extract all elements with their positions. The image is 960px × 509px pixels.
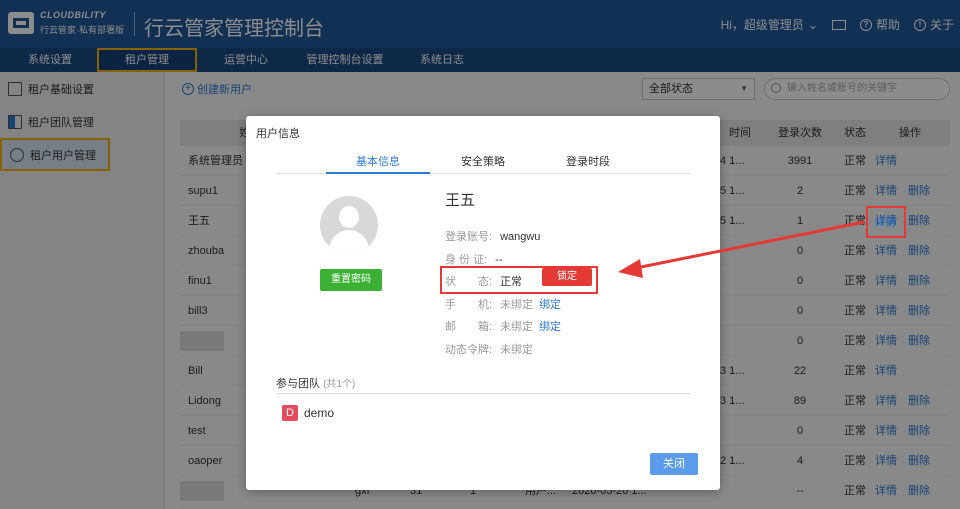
token-value: 未绑定 <box>500 344 534 356</box>
id-card-label: 身 份 证: <box>445 254 488 266</box>
token-label: 动态令牌: <box>445 344 493 356</box>
email-value: 未绑定 <box>500 321 534 333</box>
avatar <box>320 196 378 254</box>
account-label: 登录账号: <box>445 231 493 243</box>
status-label: 状 态: <box>445 276 493 288</box>
avatar-head-shape <box>339 206 359 228</box>
team-divider <box>276 393 690 394</box>
status-value: 正常 <box>500 276 523 288</box>
close-button[interactable]: 关闭 <box>650 453 698 475</box>
tab-security-policy[interactable]: 安全策略 <box>461 153 505 169</box>
active-tab-indicator <box>326 172 430 174</box>
tab-basic-info[interactable]: 基本信息 <box>356 153 400 169</box>
modal-title: 用户信息 <box>256 128 300 140</box>
id-card-field: 身 份 证: -- <box>445 251 503 267</box>
user-info-modal: 用户信息 基本信息 安全策略 登录时段 重置密码 王五 登录账号: wangwu … <box>246 116 720 490</box>
team-count: (共1个) <box>323 379 356 390</box>
account-field: 登录账号: wangwu <box>445 228 540 244</box>
status-field: 状 态: 正常 <box>445 273 522 289</box>
team-title-label: 参与团队 <box>276 378 320 390</box>
reset-password-button[interactable]: 重置密码 <box>320 269 382 291</box>
phone-label: 手 机: <box>445 299 493 311</box>
phone-value: 未绑定 <box>500 299 534 311</box>
email-label: 邮 箱: <box>445 321 493 333</box>
user-name: 王五 <box>445 192 476 209</box>
bind-phone-link[interactable]: 绑定 <box>539 299 561 311</box>
team-badge: D <box>282 405 298 421</box>
avatar-body-shape <box>329 230 369 254</box>
account-value: wangwu <box>500 231 541 243</box>
highlighted-detail-link[interactable]: 详情 <box>874 214 896 230</box>
email-field: 邮 箱: 未绑定 绑定 <box>445 318 561 334</box>
id-card-value: -- <box>495 254 503 266</box>
token-field: 动态令牌: 未绑定 <box>445 341 533 357</box>
lock-button[interactable]: 锁定 <box>542 268 592 286</box>
team-section-title: 参与团队 (共1个) <box>276 375 355 391</box>
tab-login-period[interactable]: 登录时段 <box>566 153 610 169</box>
modal-tabs: 基本信息 安全策略 登录时段 <box>276 148 690 174</box>
bind-email-link[interactable]: 绑定 <box>539 321 561 333</box>
team-name[interactable]: demo <box>304 406 334 420</box>
phone-field: 手 机: 未绑定 绑定 <box>445 296 561 312</box>
